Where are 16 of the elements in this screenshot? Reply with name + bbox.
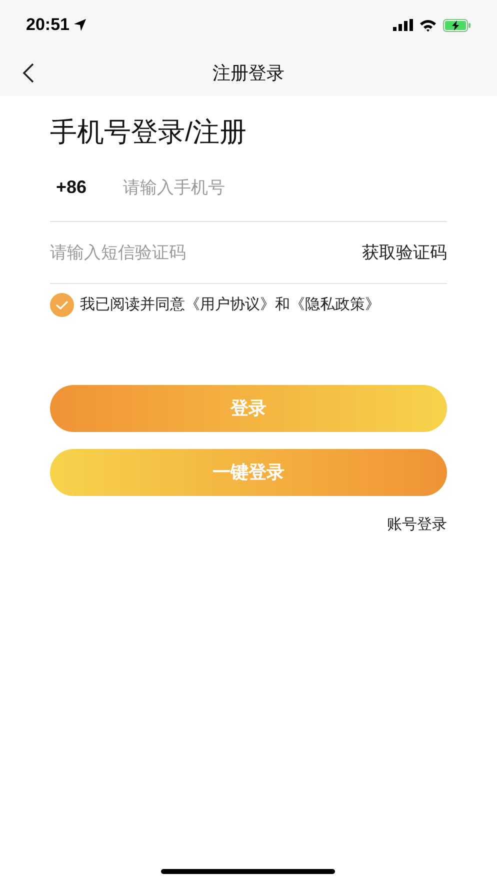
- sms-code-input-field[interactable]: 请输入短信验证码: [50, 240, 362, 266]
- check-icon: [55, 300, 69, 310]
- back-chevron-icon: [22, 63, 34, 83]
- battery-charging-icon: [443, 18, 471, 32]
- wifi-icon: [419, 18, 437, 32]
- phone-input-field[interactable]: 请输入手机号: [123, 174, 447, 200]
- country-code[interactable]: +86: [56, 174, 123, 201]
- get-code-link[interactable]: 获取验证码: [362, 240, 447, 266]
- status-time: 20:51: [26, 14, 70, 36]
- agreement-text: 我已阅读并同意《用户协议》和《隐私政策》: [80, 294, 380, 315]
- page-title: 注册登录: [212, 62, 284, 84]
- signal-icon: [393, 19, 413, 31]
- location-arrow-icon: [73, 18, 88, 32]
- heading: 手机号登录/注册: [50, 116, 248, 149]
- account-login-link[interactable]: 账号登录: [387, 514, 447, 536]
- agreement-checkbox[interactable]: [50, 293, 74, 317]
